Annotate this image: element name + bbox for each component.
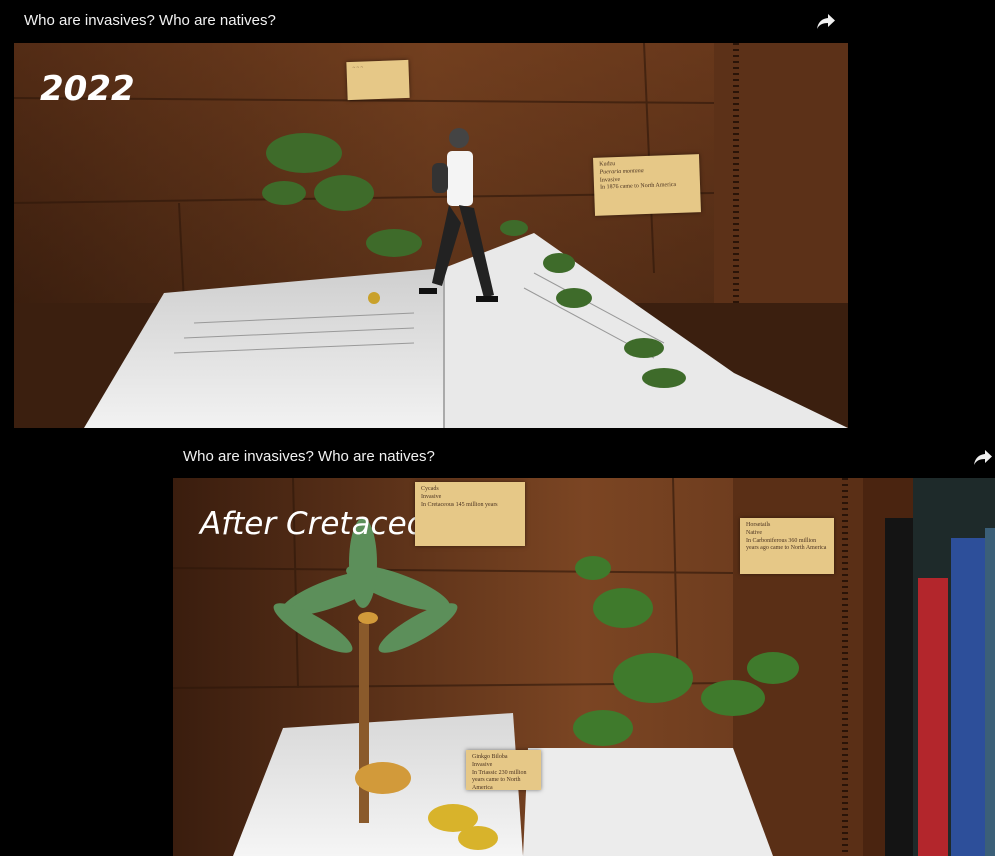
label-line: In Triassic 230 million years came to No… bbox=[472, 769, 527, 792]
video-title[interactable]: Who are invasives? Who are natives? bbox=[24, 12, 276, 29]
label-card-cycads: Cycads Invasive In Cretaceous 145 millio… bbox=[415, 482, 525, 546]
label-line: Horsetails bbox=[746, 522, 771, 528]
label-card-top: ~ ~ ~ bbox=[346, 59, 410, 101]
label-line: Ginkgo Biloba bbox=[472, 754, 508, 760]
video-frame[interactable]: After Cretaceous Cycads Invasive In Cret… bbox=[173, 478, 995, 856]
share-arrow-icon[interactable] bbox=[973, 448, 993, 466]
label-line: Cycads bbox=[421, 486, 439, 492]
shelf-scene-illustration bbox=[14, 43, 848, 428]
label-line: In Carboniferous 360 million years ago c… bbox=[746, 537, 827, 552]
video-title-bar: Who are invasives? Who are natives? bbox=[14, 0, 848, 42]
video-title-bar: Who are invasives? Who are natives? bbox=[173, 436, 995, 478]
label-line: In Cretaceous 145 million years bbox=[421, 501, 498, 508]
share-arrow-icon[interactable] bbox=[816, 12, 836, 30]
label-line: Invasive bbox=[421, 493, 442, 500]
label-card-kudzu: Kudzu Pueraria montana Invasive In 1876 … bbox=[593, 154, 701, 216]
video-player-2[interactable]: Who are invasives? Who are natives? Afte… bbox=[173, 436, 995, 856]
label-line: Invasive bbox=[472, 761, 493, 768]
overlay-year-text: 2022 bbox=[40, 69, 135, 109]
video-frame[interactable]: 2022 ~ ~ ~ Kudzu Pueraria montana Invasi… bbox=[14, 43, 848, 428]
label-line: Native bbox=[746, 529, 762, 536]
label-card-horsetails: Horsetails Native In Carboniferous 360 m… bbox=[740, 518, 834, 574]
video-title[interactable]: Who are invasives? Who are natives? bbox=[183, 448, 435, 465]
video-player-1[interactable]: Who are invasives? Who are natives? 2022… bbox=[14, 0, 848, 428]
label-card-ginkgo: Ginkgo Biloba Invasive In Triassic 230 m… bbox=[466, 750, 541, 792]
